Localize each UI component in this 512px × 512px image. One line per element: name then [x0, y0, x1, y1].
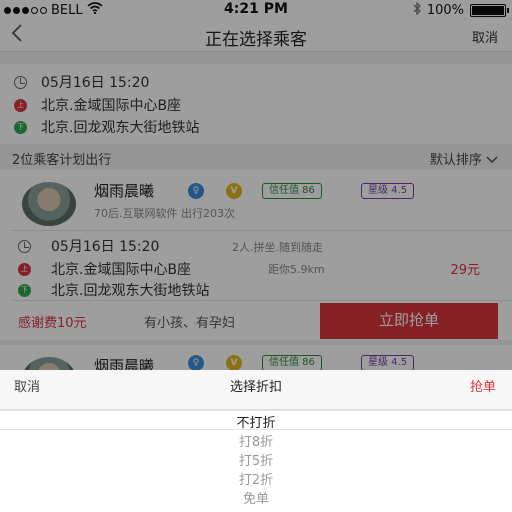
screen: BELL 4:21 PM 100% 正在选择乘客 取消 05月16日 15:20…	[0, 0, 512, 512]
dim-overlay[interactable]	[0, 0, 512, 370]
sheet-header: 取消 选择折扣 抢单	[0, 370, 512, 410]
picker-option[interactable]: 打2折	[0, 469, 512, 488]
sheet-title: 选择折扣	[229, 380, 282, 395]
picker-option[interactable]: 免单	[0, 488, 512, 507]
picker-option[interactable]: 打8折	[0, 431, 512, 450]
sheet-confirm-button[interactable]: 抢单	[470, 376, 496, 395]
discount-sheet: 取消 选择折扣 抢单 不打折 打8折 打5折 打2折 免单	[0, 370, 512, 512]
picker-option[interactable]: 打5折	[0, 450, 512, 469]
picker-option[interactable]: 不打折	[0, 412, 512, 431]
